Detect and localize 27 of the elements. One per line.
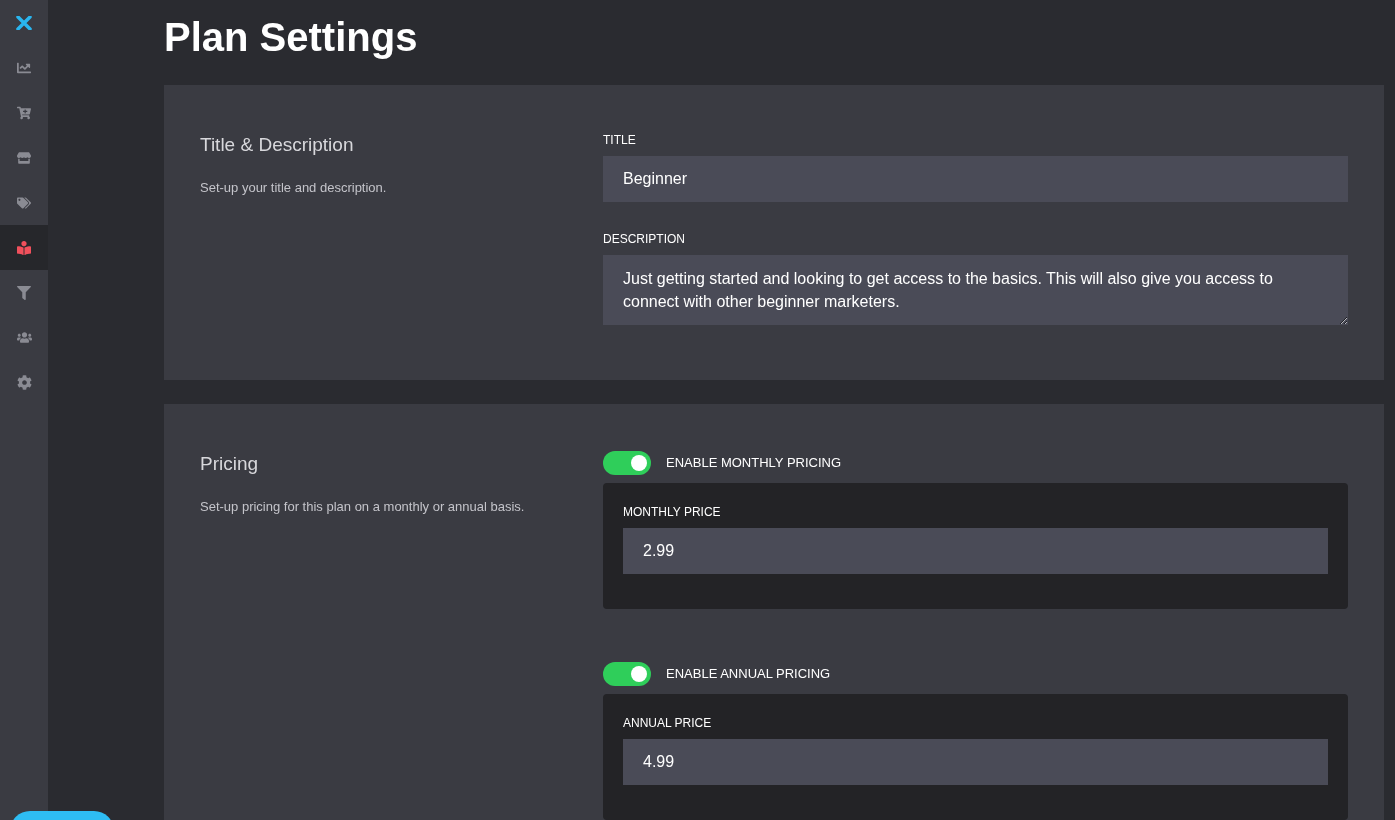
filter-icon bbox=[17, 285, 31, 300]
field-label: MONTHLY PRICE bbox=[623, 505, 722, 519]
title-input[interactable]: Beginner bbox=[603, 156, 1348, 202]
page-title: Plan Settings bbox=[164, 14, 419, 61]
cart-icon bbox=[17, 105, 31, 120]
store-icon bbox=[17, 150, 31, 165]
section-heading: Pricing bbox=[200, 453, 260, 475]
users-icon bbox=[16, 330, 32, 345]
toggle-label: ENABLE MONTHLY PRICING bbox=[666, 454, 842, 473]
section-description: Set-up pricing for this plan on a monthly or annual basis. bbox=[200, 498, 526, 516]
field-label: ANNUAL PRICE bbox=[623, 716, 713, 730]
toggle-switch[interactable] bbox=[603, 451, 651, 475]
field-label: TITLE bbox=[603, 133, 637, 147]
toggle-switch[interactable] bbox=[603, 662, 651, 686]
description-textarea[interactable]: Just getting started and looking to get access to the basics. This will also give you access to connect with other beginner marketers. bbox=[603, 255, 1348, 325]
field-label: DESCRIPTION bbox=[603, 232, 686, 246]
tags-icon bbox=[17, 195, 31, 210]
price-input[interactable]: 4.99 bbox=[623, 739, 1328, 785]
sidebar-item[interactable] bbox=[0, 225, 48, 270]
section-heading: Title & Description bbox=[200, 134, 355, 156]
reader-icon bbox=[17, 240, 31, 255]
line-chart-icon bbox=[17, 60, 31, 75]
price-input[interactable]: 2.99 bbox=[623, 528, 1328, 574]
settings-icon bbox=[16, 375, 32, 390]
section-description: Set-up your title and description. bbox=[200, 179, 388, 197]
x-logo-icon bbox=[16, 15, 32, 30]
toggle-label: ENABLE ANNUAL PRICING bbox=[666, 665, 831, 684]
